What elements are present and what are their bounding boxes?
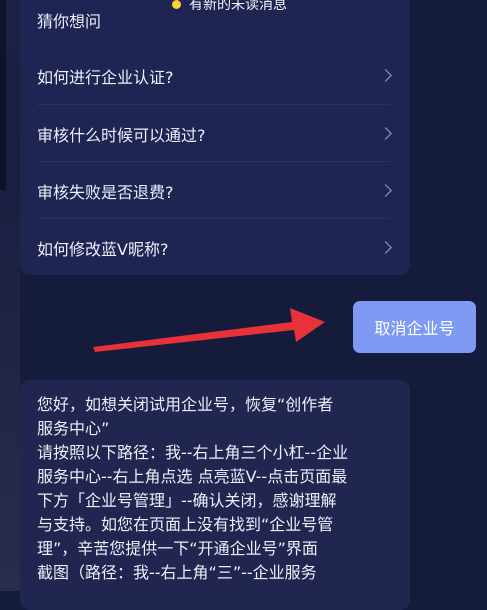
cancel-enterprise-account-button[interactable]: 取消企业号: [353, 301, 476, 353]
reply-line: 截图（路径：我--右上角“三”--企业服务: [37, 563, 317, 582]
reply-line: 服务中心”: [37, 419, 110, 438]
reply-line: 理”，辛苦您提供一下“开通企业号”界面: [37, 539, 318, 558]
red-arrow-icon: [93, 308, 325, 352]
reply-line: 下方「企业号管理」--确认关闭，感谢理解: [37, 491, 337, 510]
reply-message-text: 您好，如想关闭试用企业号，恢复“创作者 服务中心” 请按照以下路径：我--右上角…: [37, 393, 393, 585]
reply-line: 请按照以下路径：我--右上角三个小杠--企业: [37, 443, 349, 462]
reply-line: 您好，如想关闭试用企业号，恢复“创作者: [37, 395, 334, 414]
reply-line: 服务中心--右上角点选 点亮蓝V--点击页面最: [37, 467, 348, 486]
reply-line: 与支持。如您在页面上没有找到“企业号管: [37, 515, 334, 534]
